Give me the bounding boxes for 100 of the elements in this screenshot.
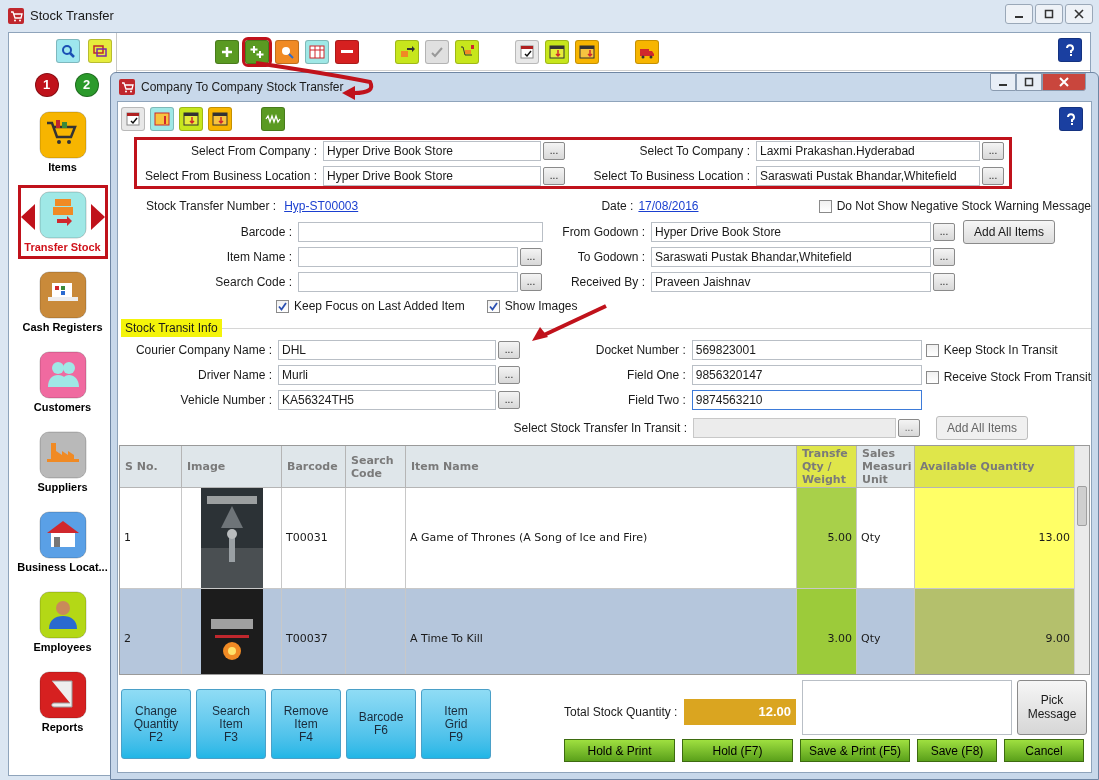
table-cell-text: 3.00 <box>827 630 852 647</box>
lookup-button[interactable]: ... <box>498 365 520 384</box>
input-field[interactable]: 9856320147 <box>691 364 922 385</box>
search-button[interactable] <box>56 39 80 63</box>
grid-button[interactable] <box>305 39 329 64</box>
search-button[interactable] <box>275 39 299 64</box>
sidebar-item[interactable]: Employees <box>17 585 108 659</box>
checkbox[interactable] <box>925 343 939 357</box>
field-label: Barcode : <box>239 223 293 241</box>
approve-button[interactable] <box>425 39 449 64</box>
windows-button[interactable] <box>88 39 112 63</box>
input-field[interactable]: Murli <box>278 364 496 385</box>
help-button[interactable] <box>1059 107 1083 131</box>
minimize-button[interactable] <box>1005 4 1033 24</box>
grid-button[interactable] <box>150 107 174 131</box>
transfer-number-link[interactable]: Hyp-ST00003 <box>284 197 593 215</box>
lookup-button[interactable]: ... <box>520 272 542 291</box>
checkbox-label: Do Not Show Negative Stock Warning Message <box>836 198 1091 215</box>
table-row[interactable]: 2 T00037 A Time To Kill 3.00 Qty 9.00 <box>120 589 1075 674</box>
action-button[interactable]: Save (F8) <box>917 739 997 762</box>
calendar-button[interactable] <box>121 107 145 131</box>
close-icon <box>1074 9 1084 19</box>
input-field[interactable]: 9874563210 <box>691 389 922 410</box>
field-label: Received By : <box>569 273 646 291</box>
checkbox[interactable] <box>818 199 832 213</box>
cart-icon <box>119 79 135 95</box>
message-field[interactable] <box>802 679 1012 735</box>
check-icon <box>278 301 287 311</box>
close-button[interactable] <box>1065 4 1093 24</box>
input-field[interactable]: Praveen Jaishnav <box>651 271 931 292</box>
scrollbar[interactable] <box>1074 446 1089 674</box>
sidebar-item[interactable]: Transfer Stock <box>17 185 108 259</box>
table-down-button[interactable] <box>545 39 569 64</box>
table-arrow-button[interactable] <box>208 107 232 131</box>
function-key-button[interactable]: Remove Item F4 <box>271 689 341 759</box>
minimize-button[interactable] <box>990 73 1016 91</box>
sidebar-item[interactable]: Suppliers <box>17 425 108 499</box>
calendar-icon <box>125 111 141 127</box>
function-key-button[interactable]: Barcode F6 <box>346 689 416 759</box>
input-field[interactable]: DHL <box>278 339 496 360</box>
table-cell-text: 2 <box>124 630 131 647</box>
field-label: Vehicle Number : <box>179 391 273 409</box>
input-field[interactable]: Saraswati Pustak Bhandar,Whitefield <box>756 165 980 186</box>
lookup-button[interactable]: ... <box>520 247 542 266</box>
action-button[interactable]: Save & Print (F5) <box>800 739 910 762</box>
maximize-button[interactable] <box>1016 73 1042 91</box>
pick-message-button[interactable]: Pick Message <box>1017 679 1087 735</box>
lookup-button[interactable]: ... <box>498 340 520 359</box>
lookup-button[interactable]: ... <box>543 141 565 160</box>
field-label: Stock Transfer Number : <box>145 198 278 215</box>
action-button[interactable]: Hold & Print <box>564 739 675 762</box>
table-row[interactable]: 1 T00031 A Game of Thrones (A Song of Ice and Fire) 5.00 Qty 13.00 <box>120 488 1075 589</box>
lookup-button[interactable]: ... <box>543 166 565 185</box>
grid-icon <box>154 111 170 127</box>
help-button[interactable] <box>1058 38 1082 62</box>
sidebar-item[interactable]: Cash Registers <box>17 265 108 339</box>
checkbox[interactable] <box>925 370 939 384</box>
input-field[interactable]: Laxmi Prakashan.Hyderabad <box>756 140 980 161</box>
input-field[interactable] <box>298 221 543 242</box>
date-link[interactable]: 17/08/2016 <box>638 197 819 215</box>
input-field[interactable]: Saraswati Pustak Bhandar,Whitefield <box>651 246 931 267</box>
calendar-button[interactable] <box>515 39 539 64</box>
lookup-button[interactable]: ... <box>982 141 1004 160</box>
checkbox[interactable] <box>486 299 500 313</box>
input-field[interactable]: 569823001 <box>691 339 922 360</box>
add-multiple-button[interactable] <box>245 39 269 64</box>
input-field[interactable]: KA56324TH5 <box>278 389 496 410</box>
function-key-button[interactable]: Item Grid F9 <box>421 689 491 759</box>
truck-button[interactable] <box>635 39 659 64</box>
lookup-button[interactable]: ... <box>982 166 1004 185</box>
function-key-button[interactable]: Search Item F3 <box>196 689 266 759</box>
table-down-button[interactable] <box>179 107 203 131</box>
add-all-items-button[interactable]: Add All Items <box>963 219 1056 244</box>
cart-button[interactable] <box>455 39 479 64</box>
lookup-button[interactable]: ... <box>498 390 520 409</box>
transfer-button[interactable] <box>395 39 419 64</box>
function-key-button[interactable]: Change Quantity F2 <box>121 689 191 759</box>
add-button[interactable] <box>215 39 239 64</box>
maximize-button[interactable] <box>1035 4 1063 24</box>
action-button[interactable]: Cancel <box>1004 739 1084 762</box>
remove-button[interactable] <box>335 39 359 64</box>
lookup-button[interactable]: ... <box>933 272 955 291</box>
lookup-button[interactable]: ... <box>933 247 955 266</box>
lookup-button[interactable]: ... <box>933 222 955 241</box>
total-value: 12.00 <box>684 699 796 725</box>
action-button[interactable]: Hold (F7) <box>682 739 793 762</box>
input-field[interactable] <box>298 246 518 267</box>
field-label: Field One : <box>626 366 687 384</box>
input-field[interactable] <box>298 271 518 292</box>
table-arrow-button[interactable] <box>575 39 599 64</box>
input-field[interactable]: Hyper Drive Book Store <box>651 221 931 242</box>
section-title: Stock Transit Info <box>121 319 222 337</box>
wave-button[interactable] <box>261 107 285 131</box>
sidebar-item[interactable]: Items <box>17 105 108 179</box>
input-field[interactable]: Hyper Drive Book Store <box>323 140 541 161</box>
checkbox[interactable] <box>276 299 289 313</box>
sidebar-item[interactable]: Reports <box>17 665 108 739</box>
sidebar-item[interactable]: Customers <box>17 345 108 419</box>
sidebar-item[interactable]: Business Locat... <box>17 505 108 579</box>
input-field[interactable]: Hyper Drive Book Store <box>323 165 541 186</box>
